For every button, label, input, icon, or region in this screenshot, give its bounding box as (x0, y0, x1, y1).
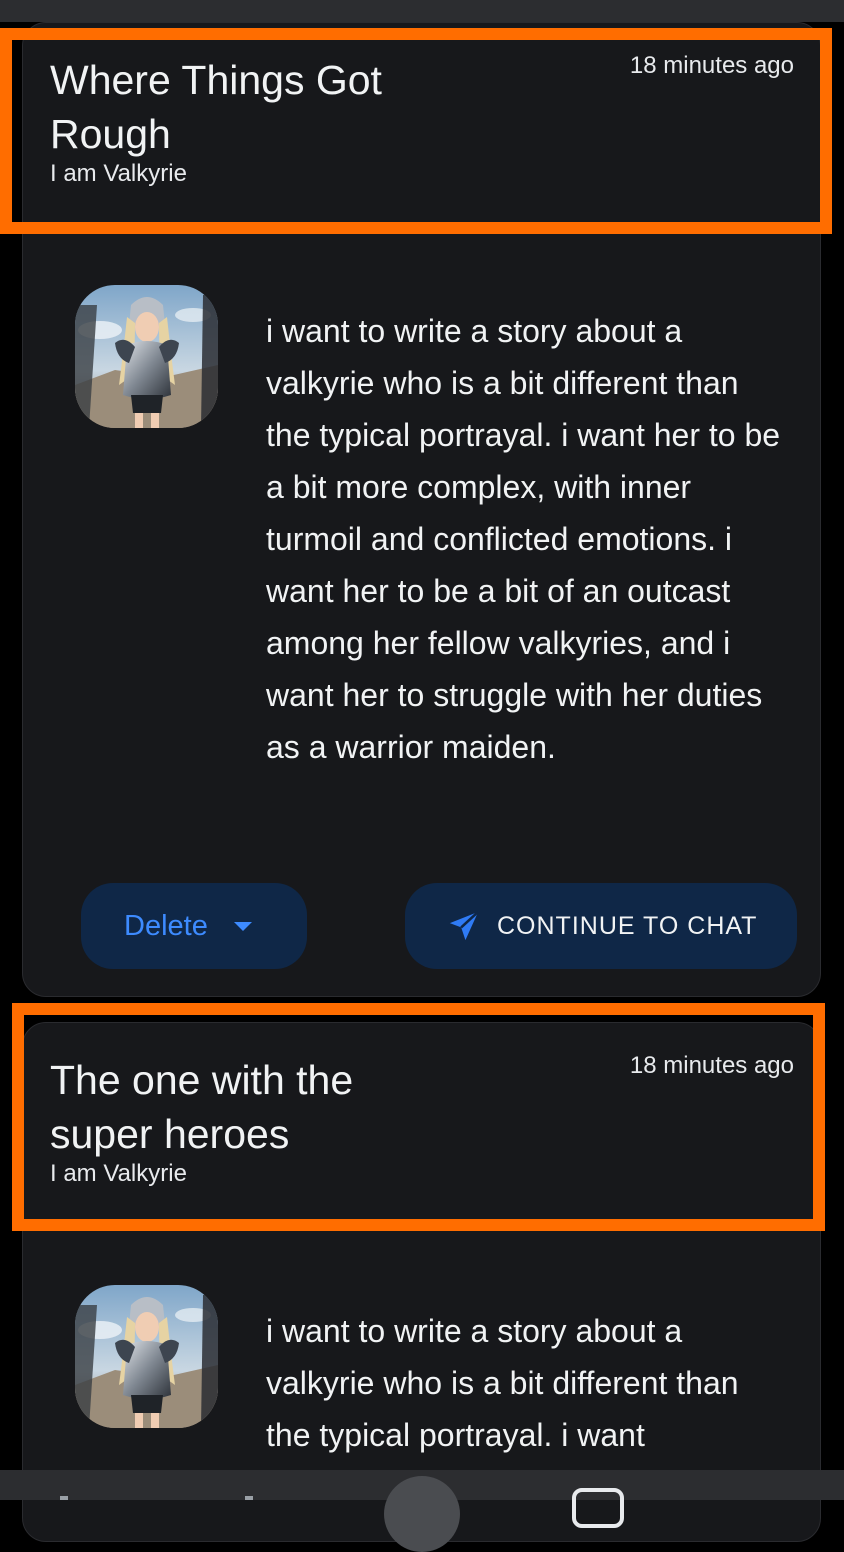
message-preview: i want to write a story about a valkyrie… (266, 313, 781, 765)
caret-down-icon (233, 921, 252, 931)
conversation-title[interactable]: Where Things Got Rough (50, 53, 430, 161)
message-preview: i want to write a story about a valkyrie… (266, 1313, 739, 1453)
continue-to-chat-button[interactable]: CONTINUE TO CHAT (405, 883, 797, 969)
character-name: I am Valkyrie (50, 1160, 187, 1187)
timestamp: 18 minutes ago (629, 1052, 794, 1079)
continue-label: CONTINUE TO CHAT (497, 911, 758, 940)
nav-home-icon[interactable] (60, 1496, 68, 1500)
conversation-card[interactable]: Where Things Got Rough I am Valkyrie 18 … (22, 22, 821, 997)
conversation-card[interactable]: The one with the super heroes I am Valky… (22, 1022, 821, 1542)
valkyrie-avatar[interactable] (75, 1285, 218, 1428)
timestamp: 18 minutes ago (629, 52, 794, 79)
delete-label: Delete (124, 909, 208, 942)
nav-explore-icon[interactable] (245, 1496, 253, 1500)
paper-plane-icon (449, 910, 480, 941)
delete-button[interactable]: Delete (81, 883, 307, 969)
valkyrie-avatar[interactable] (75, 285, 218, 428)
top-bar (0, 0, 844, 22)
conversation-title[interactable]: The one with the super heroes (50, 1053, 430, 1161)
nav-center-icon[interactable] (384, 1476, 460, 1552)
nav-chats-icon[interactable] (572, 1488, 624, 1528)
character-name: I am Valkyrie (50, 160, 187, 187)
